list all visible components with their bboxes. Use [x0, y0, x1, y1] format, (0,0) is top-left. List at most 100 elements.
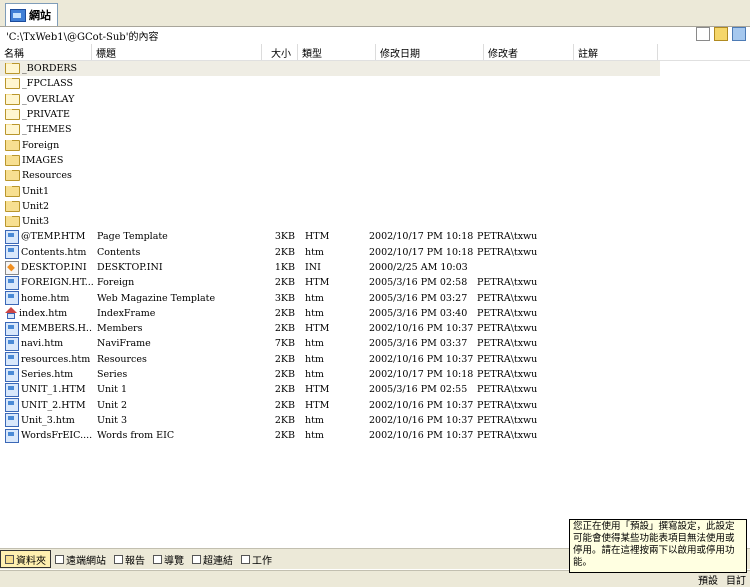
list-item[interactable]: navi.htm NaviFrame 7KB htm 2005/3/16 PM 03:3… — [0, 336, 660, 351]
file-modified-by: PETRA\txwu — [477, 323, 538, 335]
list-item[interactable]: WordsFrEIC.... Words from EIC 2KB htm 2002/1… — [0, 428, 660, 443]
file-name: FOREIGN.HT... — [21, 277, 93, 289]
file-type: HTM — [305, 231, 330, 243]
view-tab-1[interactable]: 遠端網站 — [51, 551, 110, 567]
file-name: UNIT_2.HTM — [21, 399, 86, 411]
web-page-icon — [5, 352, 19, 367]
file-name: DESKTOP.INI — [21, 262, 87, 273]
file-title: DESKTOP.INI — [97, 262, 163, 273]
list-item[interactable]: @TEMP.HTM Page Template 3KB HTM 2002/10/17 P… — [0, 229, 660, 244]
folder-special-icon — [5, 124, 20, 136]
list-item[interactable]: _OVERLAY — [0, 92, 660, 107]
file-name-cell: _OVERLAY — [0, 93, 93, 105]
web-page-icon — [5, 398, 19, 413]
folder-icon — [5, 216, 20, 228]
file-name-cell: Unit1 — [0, 185, 93, 197]
new-page-icon[interactable] — [696, 27, 710, 41]
file-size: 3KB — [274, 292, 295, 304]
list-item[interactable]: _PRIVATE — [0, 107, 660, 122]
column-comments[interactable]: 註解 — [574, 44, 658, 60]
list-item[interactable]: _BORDERS — [0, 61, 660, 77]
column-name[interactable]: 名稱 — [0, 44, 92, 60]
view-tab-3[interactable]: 導覽 — [149, 551, 188, 567]
file-size: 2KB — [274, 369, 295, 381]
list-item[interactable]: UNIT_2.HTM Unit 2 2KB HTM 2002/10/16 PM 10:3… — [0, 398, 660, 413]
file-title: Resources — [97, 353, 147, 365]
file-name: Unit2 — [22, 200, 50, 212]
up-one-level-icon[interactable] — [732, 27, 746, 41]
list-item[interactable]: Foreign — [0, 137, 660, 152]
list-item[interactable]: MEMBERS.H... Members 2KB HTM 2002/10/16 PM 1… — [0, 321, 660, 336]
list-item[interactable]: home.htm Web Magazine Template 3KB htm 2005/… — [0, 290, 660, 306]
list-item[interactable]: UNIT_1.HTM Unit 1 2KB HTM 2005/3/16 PM 02:55… — [0, 382, 660, 397]
web-page-icon — [5, 321, 19, 336]
web-page-icon — [5, 428, 19, 443]
file-type: INI — [305, 262, 321, 273]
folder-icon — [5, 154, 20, 166]
file-modified-date: 2002/10/16 PM 10:37 — [369, 414, 474, 426]
list-item[interactable]: _THEMES — [0, 122, 660, 137]
file-name: Foreign — [22, 139, 60, 151]
list-item[interactable]: index.htm IndexFrame 2KB htm 2005/3/16 PM 03… — [0, 306, 660, 321]
folder-special-icon — [5, 93, 20, 105]
folder-special-icon — [5, 109, 20, 121]
file-name: Unit1 — [22, 185, 50, 197]
remote-site-icon — [55, 554, 64, 564]
column-type[interactable]: 類型 — [298, 44, 376, 60]
column-modified-by[interactable]: 修改者 — [484, 44, 574, 60]
view-tab-4[interactable]: 超連結 — [188, 551, 237, 567]
file-title: IndexFrame — [97, 307, 156, 319]
list-item[interactable]: IMAGES — [0, 153, 660, 168]
status-preset[interactable]: 預設 — [698, 572, 718, 587]
web-page-icon — [5, 275, 19, 290]
file-modified-by: PETRA\txwu — [477, 399, 538, 411]
home-page-icon — [5, 307, 17, 320]
file-modified-by: PETRA\txwu — [477, 231, 538, 243]
file-name-cell: DESKTOP.INI — [0, 260, 93, 275]
file-size: 2KB — [274, 307, 295, 319]
list-item[interactable]: Unit3 — [0, 214, 660, 229]
file-name: Unit3 — [22, 216, 50, 228]
list-item[interactable]: Unit2 — [0, 199, 660, 214]
tab-website[interactable]: 網站 — [5, 3, 58, 26]
file-modified-by: PETRA\txwu — [477, 384, 538, 396]
list-item[interactable]: Resources — [0, 168, 660, 183]
list-item[interactable]: resources.htm Resources 2KB htm 2002/10/16 P… — [0, 352, 660, 367]
list-item[interactable]: FOREIGN.HT... Foreign 2KB HTM 2005/3/16 PM 0… — [0, 275, 660, 290]
column-title[interactable]: 標題 — [92, 44, 262, 60]
file-modified-date: 2002/10/16 PM 10:37 — [369, 430, 474, 442]
column-size[interactable]: 大小 — [262, 44, 298, 60]
tab-strip: 網站 — [0, 0, 750, 27]
list-item[interactable]: Contents.htm Contents 2KB htm 2002/10/17 PM … — [0, 245, 660, 260]
view-tab-label: 超連結 — [203, 555, 233, 567]
list-item[interactable]: DESKTOP.INI DESKTOP.INI 1KB INI 2000/2/25 AM… — [0, 260, 660, 275]
list-item[interactable]: _FPCLASS — [0, 76, 660, 91]
view-buttons — [696, 27, 746, 41]
file-modified-date: 2005/3/16 PM 03:40 — [369, 307, 468, 319]
list-item[interactable]: Unit1 — [0, 183, 660, 198]
folder-special-icon — [5, 78, 20, 90]
file-title: Words from EIC — [97, 430, 175, 442]
view-tab-2[interactable]: 報告 — [110, 551, 149, 567]
file-size: 2KB — [274, 399, 295, 411]
list-item[interactable]: Series.htm Series 2KB htm 2002/10/17 PM 10:1… — [0, 367, 660, 382]
folder-special-icon — [5, 63, 20, 75]
column-modified-date[interactable]: 修改日期 — [376, 44, 484, 60]
file-modified-date: 2002/10/17 PM 10:18 — [369, 246, 474, 258]
status-custom[interactable]: 目訂 — [726, 572, 746, 587]
file-modified-date: 2002/10/17 PM 10:18 — [369, 231, 474, 243]
file-modified-date: 2000/2/25 AM 10:03 — [369, 262, 468, 273]
new-folder-icon[interactable] — [714, 27, 728, 41]
list-item[interactable]: Unit_3.htm Unit 3 2KB htm 2002/10/16 PM 10:3… — [0, 413, 660, 428]
file-title: Contents — [97, 246, 141, 258]
authoring-tooltip[interactable]: 您正在使用「預設」撰寫設定，此設定可能會使得某些功能表項目無法使用或停用。請在這… — [569, 519, 747, 573]
file-type: htm — [305, 369, 324, 381]
ini-file-icon — [5, 260, 19, 275]
view-tab-5[interactable]: 工作 — [237, 551, 276, 567]
view-tab-label: 導覽 — [164, 555, 184, 567]
view-tab-0[interactable]: 資料夾 — [0, 550, 51, 568]
file-type: HTM — [305, 277, 330, 289]
web-page-icon — [5, 413, 19, 428]
file-name-cell: index.htm — [0, 307, 93, 320]
file-size: 2KB — [274, 430, 295, 442]
